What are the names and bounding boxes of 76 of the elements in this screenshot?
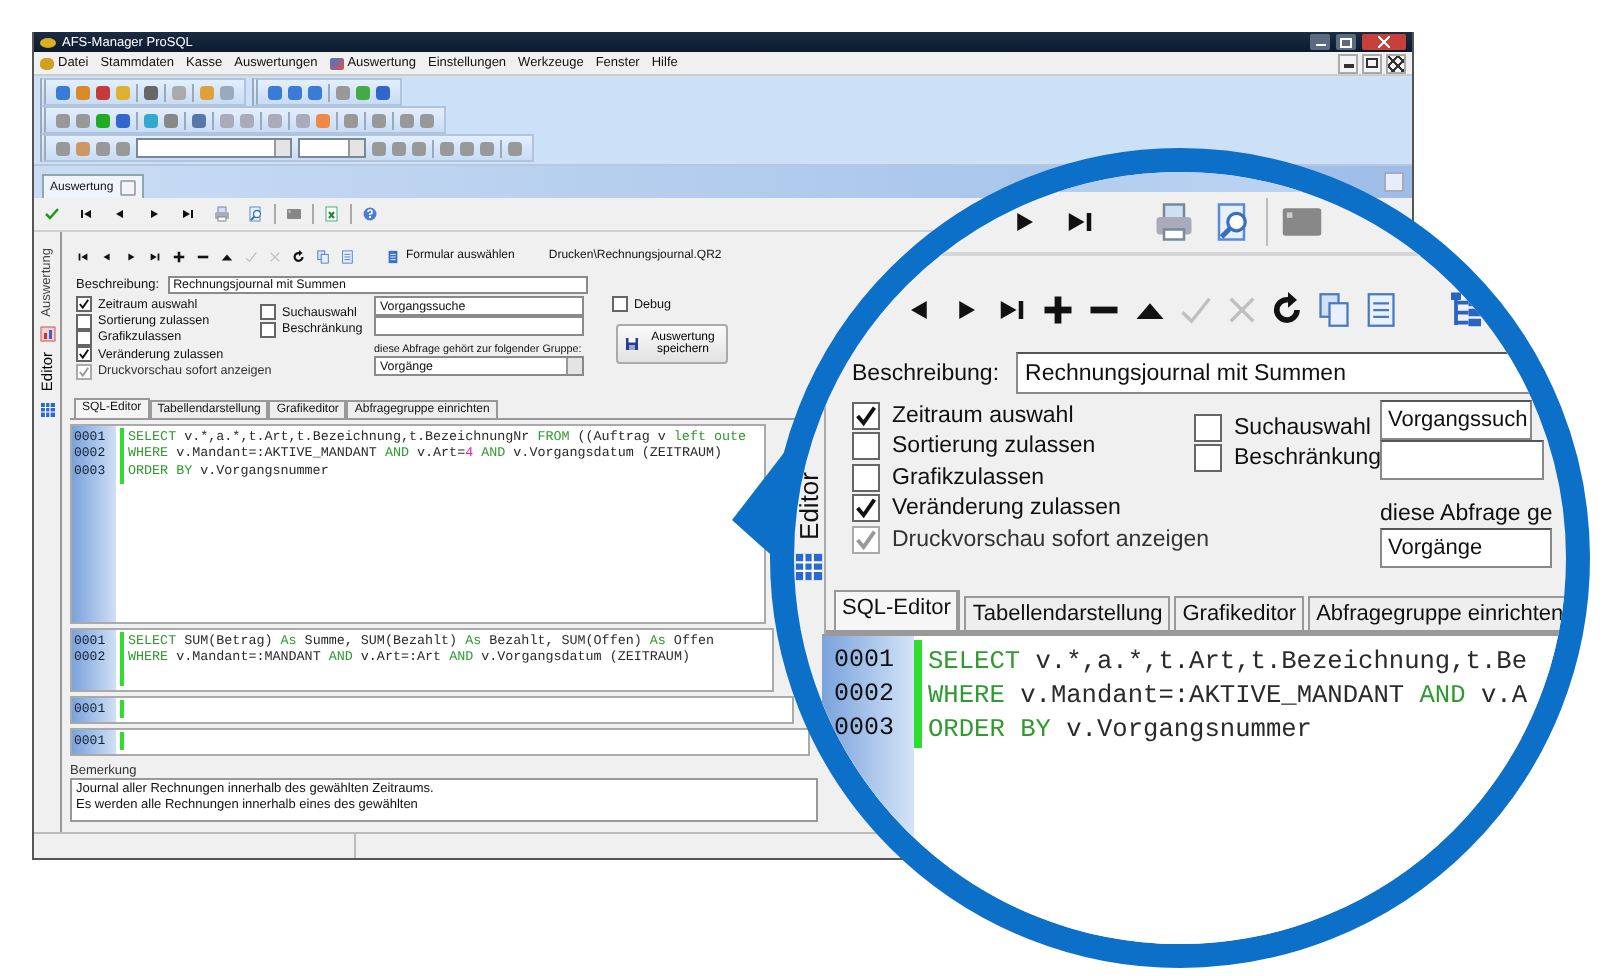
dropdown-field[interactable]: [136, 138, 292, 158]
refresh-icon[interactable]: [1270, 292, 1306, 328]
checkbox[interactable]: [76, 313, 92, 330]
spreadsheet-icon[interactable]: [324, 206, 340, 222]
first-record-icon[interactable]: [78, 206, 94, 222]
close-button[interactable]: [1386, 53, 1406, 73]
printer-icon[interactable]: [214, 206, 230, 222]
refresh-icon[interactable]: [292, 249, 306, 263]
chart-icon[interactable]: [39, 326, 55, 343]
first-record-icon[interactable]: [76, 249, 90, 263]
grid-icon[interactable]: [794, 551, 824, 582]
copy-icon[interactable]: [1316, 292, 1352, 328]
check-icon[interactable]: [44, 206, 60, 222]
line-number: 0002: [834, 678, 897, 712]
view-tab[interactable]: Abfragegruppe einrichten: [1308, 596, 1566, 630]
printer-icon[interactable]: [1154, 202, 1194, 242]
checkbox[interactable]: [852, 463, 880, 492]
checkmark-icon[interactable]: [244, 249, 258, 263]
minimize-button[interactable]: [1310, 34, 1330, 50]
checkbox-label: Sortierung zulassen: [892, 434, 1096, 459]
minimize-button[interactable]: [1338, 53, 1358, 73]
side-tab[interactable]: Editor: [794, 472, 824, 540]
checkbox[interactable]: [852, 401, 880, 430]
view-tab[interactable]: SQL-Editor: [834, 590, 961, 630]
plus-icon[interactable]: [1040, 292, 1076, 328]
help-icon[interactable]: [362, 206, 378, 222]
checkbox-label: Veränderung zulassen: [892, 496, 1121, 521]
description-label: Beschreibung:: [852, 361, 1000, 385]
restore-button[interactable]: [1362, 53, 1382, 73]
checkbox[interactable]: [260, 304, 276, 321]
document-icon[interactable]: [1362, 292, 1398, 328]
checkbox[interactable]: [76, 346, 92, 363]
checkbox-label: Suchauswahl: [1234, 415, 1371, 440]
checkbox[interactable]: [1194, 413, 1222, 442]
code-line: ORDER BY v.Vorgangsnummer: [928, 712, 1314, 746]
restriction-field[interactable]: [1380, 440, 1544, 480]
checkbox[interactable]: [260, 321, 276, 338]
group-label: diese Abfrage ge: [1380, 500, 1553, 528]
maximize-button[interactable]: [1336, 34, 1356, 50]
grid-icon[interactable]: [39, 401, 55, 418]
last-record-icon[interactable]: [148, 249, 162, 263]
close-button[interactable]: [1362, 34, 1406, 50]
view-tab[interactable]: Tabellendarstellung: [964, 596, 1171, 630]
search-field[interactable]: Vorgangssuch: [1380, 400, 1532, 440]
checkbox[interactable]: [612, 296, 628, 313]
line-number: 0001: [834, 644, 897, 678]
code-line: SELECT v.*,a.*,t.Art,t.Bezeichnung,t.Be: [928, 644, 1528, 678]
checkbox[interactable]: [852, 432, 880, 461]
checkbox[interactable]: [1194, 444, 1222, 473]
tree-icon[interactable]: [1446, 290, 1486, 330]
up-triangle-icon[interactable]: [220, 249, 234, 263]
dropdown-field[interactable]: [298, 138, 366, 158]
checkmark-icon[interactable]: [1178, 292, 1214, 328]
restriction-field[interactable]: [374, 316, 584, 336]
panel-icon[interactable]: [286, 206, 302, 222]
checkbox[interactable]: [76, 296, 92, 313]
document-icon[interactable]: [340, 249, 354, 263]
plus-icon[interactable]: [172, 249, 186, 263]
previous-icon[interactable]: [100, 249, 114, 263]
copy-icon[interactable]: [316, 249, 330, 263]
view-tab[interactable]: Grafikeditor: [1174, 596, 1305, 630]
next-icon[interactable]: [124, 249, 138, 263]
report-icon[interactable]: [386, 249, 400, 263]
checkbox-label: Beschränkung: [1234, 446, 1382, 471]
code-line: WHERE v.Mandant=:AKTIVE_MANDANT AND v.A: [928, 678, 1528, 712]
checkbox-label: Druckvorschau sofort anzeigen: [892, 527, 1210, 552]
page-magnifier-icon[interactable]: [248, 206, 264, 222]
app-logo-icon: [40, 37, 56, 47]
checkbox[interactable]: [852, 494, 880, 523]
group-dropdown[interactable]: Vorgänge: [1380, 528, 1552, 568]
checkbox-label: Zeitraum auswahl: [892, 403, 1074, 428]
line-number: 0003: [834, 712, 897, 746]
next-icon[interactable]: [146, 206, 162, 222]
last-record-icon[interactable]: [180, 206, 196, 222]
checkbox-label: Grafikzulassen: [892, 465, 1045, 490]
previous-icon[interactable]: [112, 206, 128, 222]
